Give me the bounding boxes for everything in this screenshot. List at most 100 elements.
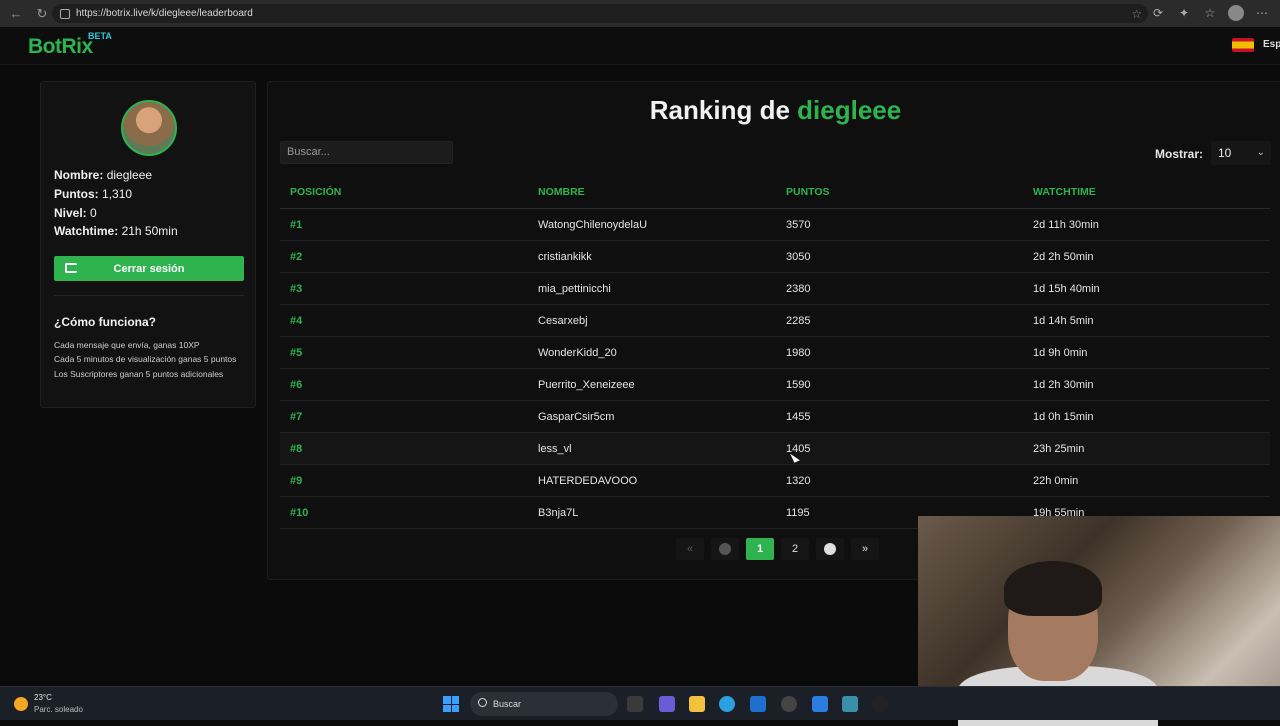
- edge-browser-icon[interactable]: [719, 696, 735, 712]
- weather-temperature[interactable]: 23°C: [34, 693, 52, 702]
- windows-start-icon[interactable]: [443, 696, 459, 712]
- cell-points: 3570: [786, 218, 811, 231]
- points-value: 1,310: [102, 187, 133, 201]
- table-row[interactable]: #9 HATERDEDAVOOO 1320 22h 0min: [280, 465, 1270, 497]
- cell-watchtime: 1d 9h 0min: [1033, 346, 1088, 359]
- app-icon[interactable]: [842, 696, 858, 712]
- cell-watchtime: 2d 2h 50min: [1033, 250, 1094, 263]
- level-row: Nivel: 0: [54, 206, 97, 220]
- site-info-icon[interactable]: [60, 8, 70, 19]
- store-icon[interactable]: [750, 696, 766, 712]
- favorites-icon[interactable]: ☆: [1202, 5, 1218, 21]
- avatar: [121, 100, 177, 156]
- name-label: Nombre:: [54, 168, 104, 182]
- page-button-2[interactable]: 2: [781, 538, 809, 560]
- cell-watchtime: 1d 0h 15min: [1033, 410, 1094, 423]
- table-row[interactable]: #6 Puerrito_Xeneizeee 1590 1d 2h 30min: [280, 369, 1270, 401]
- cell-points: 1980: [786, 346, 811, 359]
- back-icon[interactable]: ←: [6, 4, 26, 24]
- search-input[interactable]: Buscar...: [280, 141, 453, 164]
- cell-watchtime: 22h 0min: [1033, 474, 1079, 487]
- cell-position: #10: [290, 506, 309, 519]
- task-view-icon[interactable]: [627, 696, 643, 712]
- title-username: diegleee: [797, 95, 902, 125]
- cell-watchtime: 1d 15h 40min: [1033, 282, 1100, 295]
- logout-button[interactable]: Cerrar sesión: [54, 256, 244, 281]
- name-value: diegleee: [106, 168, 153, 182]
- chevron-right-icon: [824, 543, 836, 555]
- profile-avatar-icon[interactable]: [1228, 5, 1244, 21]
- weather-sun-icon[interactable]: [14, 697, 28, 711]
- table-row[interactable]: #1 WatongChilenoydelaU 3570 2d 11h 30min: [280, 209, 1270, 241]
- cell-points: 1405: [786, 442, 811, 455]
- sign-out-icon: [65, 263, 77, 273]
- table-row[interactable]: #3 mia_pettinicchi 2380 1d 15h 40min: [280, 273, 1270, 305]
- last-page-button[interactable]: »: [851, 538, 879, 560]
- taskbar: 23°C Parc. soleado Buscar: [0, 686, 1280, 720]
- table-row[interactable]: #7 GasparCsir5cm 1455 1d 0h 15min: [280, 401, 1270, 433]
- column-header-name[interactable]: NOMBRE: [528, 186, 776, 198]
- cell-name: WatongChilenoydelaU: [538, 218, 648, 231]
- watchtime-value: 21h 50min: [121, 224, 178, 238]
- file-explorer-icon[interactable]: [689, 696, 705, 712]
- profile-sidebar: Nombre: diegleee Puntos: 1,310 Nivel: 0 …: [40, 81, 256, 408]
- column-header-watchtime[interactable]: WATCHTIME: [1023, 186, 1270, 198]
- spain-flag-icon[interactable]: [1232, 38, 1254, 52]
- table-row[interactable]: #4 Cesarxebj 2285 1d 14h 5min: [280, 305, 1270, 337]
- page-button-1[interactable]: 1: [746, 538, 774, 560]
- cell-watchtime: 2d 11h 30min: [1033, 218, 1099, 231]
- cell-position: #4: [290, 314, 303, 327]
- security-icon[interactable]: [812, 696, 828, 712]
- cell-points: 2285: [786, 314, 811, 327]
- page-size-value: 10: [1218, 146, 1232, 160]
- column-header-points[interactable]: PUNTOS: [776, 186, 1023, 198]
- level-label: Nivel:: [54, 206, 87, 220]
- cell-position: #8: [290, 442, 303, 455]
- puzzle-icon[interactable]: ✦: [1176, 5, 1192, 21]
- botrix-logo[interactable]: BotRix: [28, 35, 93, 59]
- cell-name: Puerrito_Xeneizeee: [538, 378, 635, 391]
- how-line: Los Suscriptores ganan 5 puntos adiciona…: [54, 369, 224, 379]
- cell-name: HATERDEDAVOOO: [538, 474, 638, 487]
- cell-position: #5: [290, 346, 303, 359]
- chevron-left-icon: [719, 543, 731, 555]
- pagination: « 1 2 »: [676, 538, 879, 560]
- table-row[interactable]: #2 cristiankikk 3050 2d 2h 50min: [280, 241, 1270, 273]
- app-icon[interactable]: [781, 696, 797, 712]
- cell-position: #7: [290, 410, 303, 423]
- next-page-button[interactable]: [816, 538, 844, 560]
- prev-page-button[interactable]: [711, 538, 739, 560]
- cell-name: mia_pettinicchi: [538, 282, 611, 295]
- logout-label: Cerrar sesión: [113, 262, 185, 275]
- table-row[interactable]: #5 WonderKidd_20 1980 1d 9h 0min: [280, 337, 1270, 369]
- cell-name: B3nja7L: [538, 506, 579, 519]
- address-bar[interactable]: https://botrix.live/k/diegleee/leaderboa…: [52, 4, 1148, 23]
- page-title: Ranking de diegleee: [268, 95, 1280, 126]
- page-size-select[interactable]: 10 ⌄: [1211, 141, 1271, 165]
- cell-name: Cesarxebj: [538, 314, 588, 327]
- bookmark-star-icon[interactable]: ☆: [1131, 7, 1142, 21]
- show-label: Mostrar:: [1155, 147, 1204, 161]
- points-label: Puntos:: [54, 187, 99, 201]
- taskbar-search-label: Buscar: [493, 699, 522, 709]
- cell-name: WonderKidd_20: [538, 346, 617, 359]
- leaderboard-panel: Ranking de diegleee Buscar... Mostrar: 1…: [267, 81, 1280, 580]
- reload-icon[interactable]: ↻: [32, 4, 52, 24]
- url-text: https://botrix.live/k/diegleee/leaderboa…: [76, 8, 253, 19]
- app-icon[interactable]: [659, 696, 675, 712]
- beta-badge: BETA: [88, 31, 112, 41]
- weather-description[interactable]: Parc. soleado: [34, 705, 83, 714]
- cell-watchtime: 1d 14h 5min: [1033, 314, 1094, 327]
- obs-icon[interactable]: [872, 696, 888, 712]
- more-menu-icon[interactable]: ⋯: [1254, 5, 1270, 21]
- extension-icon[interactable]: ⟳: [1150, 5, 1166, 21]
- cell-position: #9: [290, 474, 303, 487]
- language-selector[interactable]: Esp: [1263, 39, 1280, 50]
- column-header-position[interactable]: POSICIÓN: [280, 186, 528, 198]
- first-page-button[interactable]: «: [676, 538, 704, 560]
- browser-extensions: ⟳ ✦ ☆ ⋯: [1150, 5, 1270, 21]
- webcam-person-hair: [1004, 561, 1102, 616]
- taskbar-search[interactable]: Buscar: [470, 692, 618, 716]
- table-row[interactable]: #8 less_vl 1405 23h 25min: [280, 433, 1270, 465]
- cell-position: #2: [290, 250, 303, 263]
